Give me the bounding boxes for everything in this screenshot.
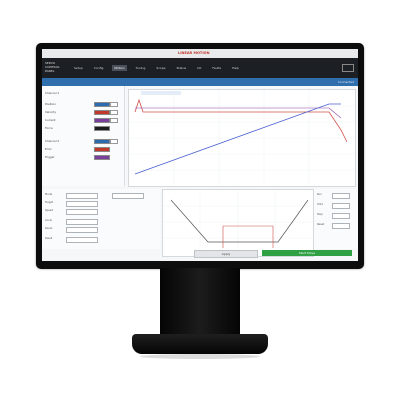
color-swatch[interactable] xyxy=(94,155,110,160)
profile-chart[interactable] xyxy=(162,189,314,257)
profile-marker xyxy=(222,225,274,248)
setting-label: Mode xyxy=(45,193,53,196)
channel-toggle[interactable] xyxy=(110,102,118,107)
channel-row: Trigger xyxy=(45,155,55,159)
color-swatch[interactable] xyxy=(94,139,110,144)
control-panel: Run Hold Stop Reset xyxy=(314,189,358,249)
nav-io[interactable]: I/O xyxy=(195,65,203,71)
channel-row: Channel 1 xyxy=(45,91,60,95)
nav-items: Setup Config Motion Tuning Scope Status … xyxy=(72,65,241,71)
color-swatch[interactable] xyxy=(94,110,110,115)
control-label: Stop xyxy=(317,213,323,216)
setting-label: Speed xyxy=(45,209,54,212)
channel-toggle[interactable] xyxy=(110,118,118,123)
monitor-stand-base xyxy=(132,334,268,354)
panel-title-bar: Axis 1 - Move Profile - Scope View Conne… xyxy=(42,78,358,94)
nav-help[interactable]: Help xyxy=(230,65,241,71)
app-screen: File Edit View Tools Help LINEAR MOTION … xyxy=(42,49,358,261)
channel-row: Force xyxy=(45,126,53,130)
nav-status[interactable]: Status xyxy=(175,65,189,71)
move-settings-panel: Mode Target Speed Accel Decel Dwell xyxy=(42,189,160,249)
stop-toggle[interactable] xyxy=(332,213,350,219)
nav-bar: SERVO CONTROL PANEL Setup Config Motion … xyxy=(42,58,358,78)
mode-select[interactable] xyxy=(66,193,98,199)
color-swatch[interactable] xyxy=(94,126,110,131)
nav-setup[interactable]: Setup xyxy=(72,65,85,71)
nav-motion[interactable]: Motion xyxy=(112,65,127,71)
stand-shadow xyxy=(140,354,260,359)
monitor-stand-neck xyxy=(160,268,240,337)
color-swatch[interactable] xyxy=(94,118,110,123)
setting-label: Decel xyxy=(45,227,53,230)
reset-toggle[interactable] xyxy=(332,223,350,229)
channel-panel: Channel 1 Position Velocity Current Forc… xyxy=(42,86,125,186)
nav-config[interactable]: Config xyxy=(92,65,106,71)
channel-row: Channel 2 xyxy=(45,139,60,143)
nav-faults[interactable]: Faults xyxy=(210,65,223,71)
chart-header-tab xyxy=(141,91,181,95)
scope-chart[interactable] xyxy=(128,89,356,187)
channel-row: Current xyxy=(45,118,56,122)
apply-button[interactable]: Apply xyxy=(194,250,258,258)
start-move-button[interactable]: Start Move xyxy=(262,250,352,256)
control-label: Run xyxy=(317,193,322,196)
trace-blue xyxy=(134,103,341,175)
channel-row: Velocity xyxy=(45,110,56,114)
control-label: Hold xyxy=(317,203,323,206)
target-field[interactable] xyxy=(66,201,98,207)
app-logo: SERVO CONTROL PANEL xyxy=(45,61,69,75)
profile-grid xyxy=(163,190,313,256)
profile-trace xyxy=(170,199,309,243)
setting-label: Target xyxy=(45,201,54,204)
channel-row: Error xyxy=(45,147,52,151)
run-toggle[interactable] xyxy=(332,193,350,199)
decel-field[interactable] xyxy=(66,227,98,233)
nav-tuning[interactable]: Tuning xyxy=(134,65,148,71)
accel-field[interactable] xyxy=(66,219,98,225)
grid-lines xyxy=(129,90,355,186)
control-label: Reset xyxy=(317,223,325,226)
dwell-field[interactable] xyxy=(66,237,98,243)
trace-purple xyxy=(135,107,342,119)
brand-logo: LINEAR MOTION xyxy=(178,51,210,55)
units-select[interactable] xyxy=(112,193,144,199)
setting-label: Dwell xyxy=(45,237,53,240)
window-icon[interactable] xyxy=(342,64,354,72)
channel-toggle[interactable] xyxy=(110,110,118,115)
nav-scope[interactable]: Scope xyxy=(154,65,167,71)
logo-line-3: PANEL xyxy=(45,69,55,73)
profile-plot xyxy=(163,190,313,256)
hold-toggle[interactable] xyxy=(332,203,350,209)
channel-row: Position xyxy=(45,102,56,106)
connection-status: Connected xyxy=(337,80,354,84)
color-swatch[interactable] xyxy=(94,147,110,152)
scope-plot xyxy=(129,90,355,186)
color-swatch[interactable] xyxy=(94,102,110,107)
speed-field[interactable] xyxy=(66,209,98,215)
channel-toggle[interactable] xyxy=(110,139,118,144)
setting-label: Accel xyxy=(45,219,52,222)
